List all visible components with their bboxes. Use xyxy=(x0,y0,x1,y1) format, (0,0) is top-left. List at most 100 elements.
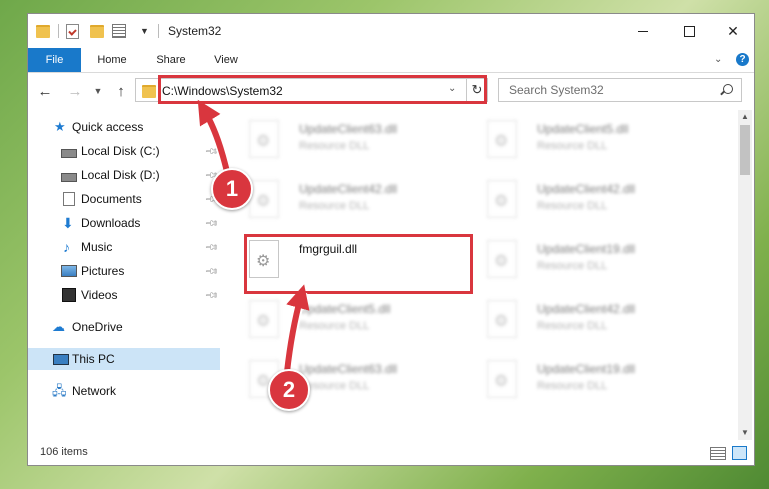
folder-icon xyxy=(142,85,156,98)
list-item[interactable]: UpdateClient42.dll Resource DLL xyxy=(249,178,469,228)
file-name: UpdateClient5.dll xyxy=(537,122,629,136)
sidebar-item-local-disk-d[interactable]: Local Disk (D:) 📌︎ xyxy=(28,164,220,186)
pin-icon: 📌︎ xyxy=(204,239,220,255)
up-button[interactable]: ↑ xyxy=(111,80,131,102)
file-type: Resource DLL xyxy=(537,320,608,332)
sidebar-item-pictures[interactable]: Pictures 📌︎ xyxy=(28,260,220,282)
file-type: Resource DLL xyxy=(537,200,608,212)
cloud-icon: ☁ xyxy=(52,319,65,334)
pin-icon: 📌︎ xyxy=(204,215,220,231)
sidebar-item-local-disk-c[interactable]: Local Disk (C:) 📌︎ xyxy=(28,140,220,162)
sidebar-item-label: Quick access xyxy=(72,120,144,134)
computer-icon xyxy=(53,353,69,365)
sidebar-item-label: OneDrive xyxy=(72,320,123,334)
help-icon[interactable]: ? xyxy=(736,53,749,66)
close-icon: ✕ xyxy=(727,22,739,39)
dll-file-icon xyxy=(249,120,279,158)
pin-icon: 📌︎ xyxy=(204,143,220,159)
list-icon xyxy=(112,24,126,38)
file-name: UpdateClient42.dll xyxy=(537,182,636,196)
list-item[interactable]: UpdateClient19.dll Resource DLL xyxy=(487,358,707,408)
search-input[interactable] xyxy=(507,82,721,98)
navigation-pane: ★ Quick access Local Disk (C:) 📌︎ Local … xyxy=(28,114,220,444)
arrow-left-icon: ← xyxy=(37,82,53,100)
new-folder-icon xyxy=(90,24,104,38)
file-name: UpdateClient63.dll xyxy=(299,122,398,136)
close-button[interactable]: ✕ xyxy=(710,14,756,48)
scroll-up-icon[interactable]: ▲ xyxy=(741,112,749,121)
properties-icon xyxy=(66,23,79,39)
list-item[interactable]: UpdateClient5.dll Resource DLL xyxy=(487,118,707,168)
customize-button[interactable] xyxy=(112,22,142,40)
network-icon: 🖧︎ xyxy=(52,383,67,398)
search-icon[interactable] xyxy=(723,84,733,94)
dll-file-icon xyxy=(487,360,517,398)
file-type: Resource DLL xyxy=(537,140,608,152)
forward-button[interactable]: → xyxy=(65,80,85,102)
sidebar-item-downloads[interactable]: ⬇ Downloads 📌︎ xyxy=(28,212,220,234)
disk-icon xyxy=(61,172,77,182)
videos-icon xyxy=(62,288,76,302)
step-1-badge: 1 xyxy=(211,168,253,210)
tab-share[interactable]: Share xyxy=(146,48,196,72)
tab-view[interactable]: View xyxy=(204,48,248,72)
vertical-scrollbar[interactable]: ▲ ▼ xyxy=(738,110,752,440)
quick-access-dropdown[interactable]: ▼ xyxy=(140,22,150,40)
minimize-button[interactable] xyxy=(620,14,666,48)
list-item[interactable]: UpdateClient42.dll Resource DLL xyxy=(487,298,707,348)
recent-locations-button[interactable]: ▼ xyxy=(88,80,108,102)
dll-file-icon xyxy=(249,300,279,338)
title-bar: ▼ System32 ✕ xyxy=(28,14,754,48)
sidebar-item-documents[interactable]: Documents 📌︎ xyxy=(28,188,220,210)
sidebar-item-label: Videos xyxy=(81,288,118,302)
maximize-icon xyxy=(683,25,695,37)
pictures-icon xyxy=(61,265,77,277)
sidebar-item-this-pc[interactable]: This PC xyxy=(28,348,220,370)
sidebar-item-label: Network xyxy=(72,384,117,398)
file-name: UpdateClient19.dll xyxy=(537,362,636,376)
step-2-badge: 2 xyxy=(268,369,310,411)
file-name: UpdateClient5.dll xyxy=(299,302,391,316)
list-item[interactable]: UpdateClient19.dll Resource DLL xyxy=(487,238,707,288)
details-view-button[interactable] xyxy=(710,447,726,460)
list-item[interactable]: UpdateClient63.dll Resource DLL xyxy=(249,118,469,168)
divider xyxy=(158,24,159,38)
file-name: UpdateClient19.dll xyxy=(537,242,636,256)
scrollbar-thumb[interactable] xyxy=(740,125,750,175)
dll-file-icon xyxy=(487,120,517,158)
search-box[interactable] xyxy=(498,78,742,102)
sidebar-item-videos[interactable]: Videos 📌︎ xyxy=(28,284,220,306)
divider xyxy=(58,24,59,38)
sidebar-item-quick-access[interactable]: ★ Quick access xyxy=(28,116,220,138)
file-type: Resource DLL xyxy=(299,200,370,212)
list-item[interactable]: UpdateClient42.dll Resource DLL xyxy=(487,178,707,228)
sidebar-item-network[interactable]: 🖧︎ Network xyxy=(28,380,220,402)
dll-file-icon xyxy=(487,300,517,338)
new-folder-button[interactable] xyxy=(90,22,106,40)
star-icon: ★ xyxy=(54,119,66,134)
sidebar-item-label: Pictures xyxy=(81,264,125,278)
properties-button[interactable] xyxy=(66,22,82,40)
maximize-button[interactable] xyxy=(666,14,712,48)
sidebar-item-music[interactable]: ♪ Music 📌︎ xyxy=(28,236,220,258)
tab-home[interactable]: Home xyxy=(86,48,138,72)
scroll-down-icon[interactable]: ▼ xyxy=(741,428,749,437)
chevron-down-icon[interactable]: ⌄ xyxy=(714,54,722,65)
pin-icon: 📌︎ xyxy=(204,263,220,279)
status-item-count: 106 items xyxy=(40,446,88,458)
back-button[interactable]: ← xyxy=(35,80,55,102)
file-type: Resource DLL xyxy=(537,260,608,272)
ribbon-tabs: File Home Share View ⌄ ? xyxy=(28,48,754,73)
sidebar-item-label: Documents xyxy=(81,192,142,206)
file-name: UpdateClient63.dll xyxy=(299,362,398,376)
dll-file-icon xyxy=(249,180,279,218)
pin-icon: 📌︎ xyxy=(204,287,220,303)
sidebar-item-label: This PC xyxy=(72,352,115,366)
folder-icon xyxy=(36,22,52,40)
list-item[interactable]: UpdateClient5.dll Resource DLL xyxy=(249,298,469,348)
sidebar-item-label: Music xyxy=(81,240,113,254)
window-title: System32 xyxy=(168,24,222,38)
sidebar-item-onedrive[interactable]: ☁ OneDrive xyxy=(28,316,220,338)
tab-file[interactable]: File xyxy=(28,48,81,72)
large-icons-view-button[interactable] xyxy=(732,446,747,460)
